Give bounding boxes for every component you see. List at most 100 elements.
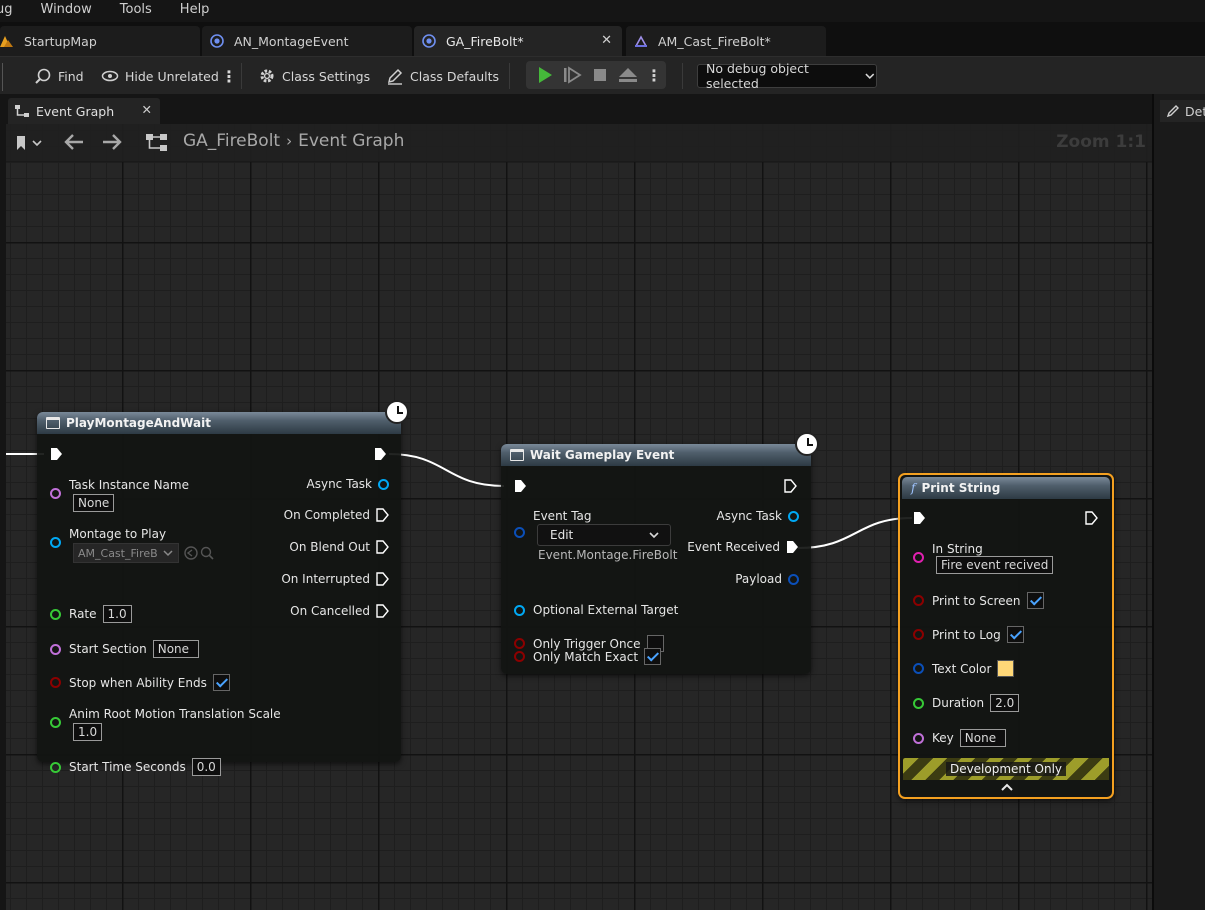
toolbar-separator: [509, 63, 510, 89]
exec-wire-wait-to-print[interactable]: [797, 517, 913, 549]
bool-pin-icon: [913, 629, 924, 640]
exec-out-pin-icon[interactable]: [374, 447, 387, 461]
class-settings-button[interactable]: Class Settings: [258, 65, 370, 87]
debug-object-select[interactable]: No debug object selected: [697, 61, 877, 91]
pin-text-color[interactable]: Text Color: [913, 660, 1015, 677]
tab-ga-firebolt[interactable]: GA_FireBolt* ✕: [414, 26, 622, 56]
latent-clock-icon: [795, 432, 819, 456]
pin-label: Anim Root Motion Translation Scale: [69, 707, 281, 721]
duration-input[interactable]: 2.0: [990, 694, 1020, 712]
exec-out-pin-icon[interactable]: [1085, 511, 1098, 525]
stop-when-ability-ends-checkbox[interactable]: [212, 674, 230, 691]
toolbar-separator: [682, 63, 683, 89]
function-f-icon: f: [911, 481, 916, 495]
root-motion-scale-input[interactable]: 1.0: [73, 723, 103, 741]
tab-label: AM_Cast_FireBolt*: [658, 33, 771, 49]
collapse-chevron-up-icon[interactable]: [1000, 782, 1014, 792]
use-selected-icon[interactable]: [183, 545, 199, 561]
struct-pin-icon: [514, 527, 525, 538]
pin-print-to-screen[interactable]: Print to Screen: [913, 592, 1044, 609]
node-wait-gameplay-event[interactable]: Wait Gameplay Event Event Tag Edit Event…: [501, 444, 811, 674]
menu-item-window[interactable]: Window: [41, 2, 92, 17]
chevron-down-icon: [865, 73, 875, 80]
only-match-exact-checkbox[interactable]: [644, 648, 662, 665]
pin-montage-to-play[interactable]: Montage to Play AM_Cast_FireB: [50, 527, 215, 563]
start-time-input[interactable]: 0.0: [191, 758, 221, 776]
node-header[interactable]: Wait Gameplay Event: [501, 444, 811, 466]
play-options-icon[interactable]: ⋮: [646, 66, 662, 85]
close-icon[interactable]: ✕: [601, 33, 612, 48]
pin-task-instance-name[interactable]: Task Instance Name None: [50, 478, 189, 512]
tab-an-montageevent[interactable]: AN_MontageEvent: [202, 26, 412, 56]
exec-out-pin-icon[interactable]: [784, 479, 797, 493]
pin-on-blend-out[interactable]: On Blend Out: [289, 540, 389, 554]
blueprint-icon: [210, 34, 224, 48]
close-icon[interactable]: ✕: [142, 102, 152, 117]
graph-canvas[interactable]: GA_FireBolt › Event Graph Zoom 1:1 PlayM…: [6, 124, 1152, 910]
start-section-input[interactable]: None: [152, 640, 199, 658]
exec-in-pin-icon[interactable]: [913, 511, 926, 525]
hide-unrelated-button[interactable]: Hide Unrelated: [101, 65, 219, 87]
event-tag-edit-dropdown[interactable]: Edit: [537, 524, 671, 546]
pin-only-match-exact[interactable]: Only Match Exact: [514, 648, 662, 665]
print-to-log-checkbox[interactable]: [1006, 626, 1024, 643]
exec-in-pin-icon[interactable]: [514, 479, 527, 493]
tab-am-cast-firebolt[interactable]: AM_Cast_FireBolt*: [626, 26, 826, 56]
tab-event-graph[interactable]: Event Graph ✕: [8, 98, 160, 124]
pin-rate[interactable]: Rate 1.0: [50, 605, 132, 623]
pin-label: Print to Log: [932, 627, 1001, 642]
toolbar: Find Hide Unrelated ⋮ Class Settings Cla…: [0, 56, 1205, 94]
node-play-montage-and-wait[interactable]: PlayMontageAndWait Task Instance Name No…: [37, 412, 401, 776]
pin-anim-root-motion-scale[interactable]: Anim Root Motion Translation Scale 1.0: [50, 707, 281, 741]
rate-input[interactable]: 1.0: [102, 605, 132, 623]
tab-startupmap[interactable]: StartupMap: [0, 26, 200, 56]
struct-pin-icon: [913, 663, 924, 674]
pin-label: On Interrupted: [281, 572, 370, 586]
bool-pin-icon: [514, 651, 525, 662]
menu-item-debug[interactable]: ug: [0, 2, 13, 17]
toolbar-grip[interactable]: [2, 63, 14, 91]
pin-start-section[interactable]: Start Section None: [50, 640, 199, 658]
stop-icon[interactable]: [586, 64, 614, 86]
montage-asset-select[interactable]: AM_Cast_FireB: [73, 543, 179, 563]
pin-event-tag[interactable]: Event Tag Edit Event.Montage.FireBolt: [514, 509, 677, 562]
exec-wire-playmontage-to-wait[interactable]: [388, 453, 505, 487]
step-icon[interactable]: [558, 64, 586, 86]
pin-stop-when-ability-ends[interactable]: Stop when Ability Ends: [50, 674, 230, 691]
node-header[interactable]: PlayMontageAndWait: [37, 412, 401, 434]
node-print-string[interactable]: f Print String In String Fire event reci…: [898, 473, 1114, 799]
pin-async-task-out[interactable]: Async Task: [307, 477, 389, 491]
more-options-icon[interactable]: ⋮: [221, 65, 237, 87]
node-header[interactable]: f Print String: [902, 477, 1110, 499]
pin-in-string[interactable]: In String Fire event recived: [913, 542, 1054, 574]
pin-duration[interactable]: Duration 2.0: [913, 694, 1020, 712]
chevron-down-icon: [163, 550, 173, 557]
text-color-swatch[interactable]: [997, 660, 1015, 677]
key-input[interactable]: None: [959, 729, 1006, 747]
exec-in-pin-icon[interactable]: [50, 447, 63, 461]
pin-on-completed[interactable]: On Completed: [284, 508, 389, 522]
node-function-icon: [510, 449, 524, 461]
pin-key[interactable]: Key None: [913, 729, 1006, 747]
task-instance-name-input[interactable]: None: [73, 494, 115, 512]
tab-details[interactable]: Details: [1160, 100, 1205, 122]
blueprint-icon: [422, 34, 436, 48]
in-string-input[interactable]: Fire event recived: [936, 556, 1054, 574]
tab-label: GA_FireBolt*: [446, 33, 524, 49]
class-defaults-label: Class Defaults: [410, 68, 500, 84]
browse-search-icon[interactable]: [199, 545, 215, 561]
pin-start-time-seconds[interactable]: Start Time Seconds 0.0: [50, 758, 221, 776]
play-icon[interactable]: [530, 64, 558, 86]
debug-object-value: No debug object selected: [706, 61, 809, 91]
pin-optional-external-target[interactable]: Optional External Target: [514, 603, 678, 617]
menu-item-tools[interactable]: Tools: [120, 2, 152, 17]
find-button[interactable]: Find: [34, 65, 84, 87]
class-defaults-button[interactable]: Class Defaults: [386, 65, 499, 87]
pin-on-interrupted[interactable]: On Interrupted: [281, 572, 389, 586]
pin-print-to-log[interactable]: Print to Log: [913, 626, 1024, 643]
eject-icon[interactable]: [614, 64, 642, 86]
menu-item-help[interactable]: Help: [180, 2, 210, 17]
class-defaults-icon: [387, 68, 403, 85]
pin-on-cancelled[interactable]: On Cancelled: [290, 604, 389, 618]
print-to-screen-checkbox[interactable]: [1026, 592, 1044, 609]
